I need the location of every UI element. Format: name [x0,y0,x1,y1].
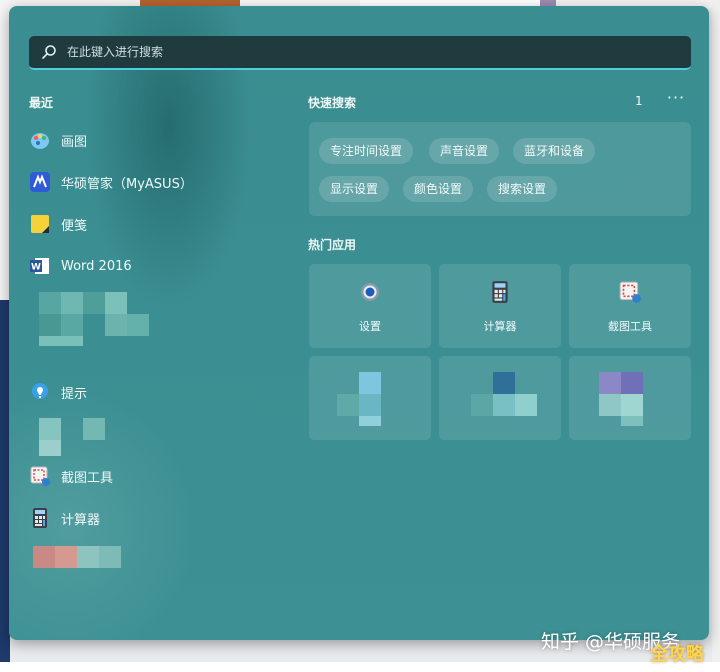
search-input[interactable] [67,45,627,59]
svg-text:W: W [31,263,41,273]
word-icon: W [29,255,51,277]
recent-item-label: 便笺 [61,218,88,234]
recent-item-label: 截图工具 [61,470,114,486]
desktop-background-bottom [0,662,720,672]
quick-search-chip[interactable]: 专注时间设置 [319,138,414,164]
snipping-tool-icon [618,280,642,304]
paint-icon [29,129,51,151]
recent-item-calculator[interactable]: 计算器 [29,504,100,532]
quick-search-chip[interactable]: 声音设置 [429,138,500,164]
desktop-background-right [712,0,720,672]
top-app-label: 截图工具 [608,320,652,333]
recent-item-label: Word 2016 [61,258,132,274]
top-apps-title: 热门应用 [308,238,357,252]
calculator-icon [29,507,51,529]
myasus-icon [29,171,51,193]
snipping-tool-icon [29,465,51,487]
recent-item-label: 计算器 [61,512,101,528]
recent-item-word[interactable]: W Word 2016 [29,252,132,280]
tips-icon [29,381,51,403]
top-app-label: 设置 [359,320,381,333]
more-options-button[interactable]: ··· [663,88,689,110]
top-app-label: 计算器 [483,320,517,333]
sticky-notes-icon [29,213,51,235]
recent-section-title: 最近 [29,96,54,110]
top-app-tile-snipping-tool[interactable]: 截图工具 [569,264,691,348]
watermark-logo-text: 全攻略 [650,644,704,665]
calculator-icon [488,280,512,304]
quick-search-chip[interactable]: 蓝牙和设备 [513,138,596,164]
top-app-tile-calculator[interactable]: 计算器 [439,264,561,348]
search-flyout-panel: 最近 画图 华硕管家（MyASUS） [9,6,709,640]
quick-search-title: 快速搜索 [308,96,357,110]
recent-item-label: 提示 [61,386,88,402]
recent-item-label: 华硕管家（MyASUS） [61,176,193,192]
quick-search-chip[interactable]: 搜索设置 [487,176,558,202]
quick-search-chip[interactable]: 颜色设置 [403,176,474,202]
settings-gear-icon [358,280,382,304]
top-app-tile-settings[interactable]: 设置 [309,264,431,348]
quick-search-chip[interactable]: 显示设置 [319,176,390,202]
search-bar[interactable] [29,36,691,70]
recent-item-tips[interactable]: 提示 [29,378,87,406]
recent-item-snipping-tool[interactable]: 截图工具 [29,462,113,490]
top-app-tile-blurred[interactable] [309,356,431,440]
search-icon [42,45,56,59]
recent-item-myasus[interactable]: 华硕管家（MyASUS） [29,168,193,196]
recent-item-sticky-notes[interactable]: 便笺 [29,210,87,238]
recent-item-paint[interactable]: 画图 [29,126,87,154]
top-app-tile-blurred[interactable] [439,356,561,440]
quick-search-count: 1 [635,94,643,108]
top-app-tile-blurred[interactable] [569,356,691,440]
recent-item-label: 画图 [61,134,88,150]
quick-search-box: 专注时间设置 声音设置 蓝牙和设备 显示设置 颜色设置 搜索设置 [309,122,691,216]
